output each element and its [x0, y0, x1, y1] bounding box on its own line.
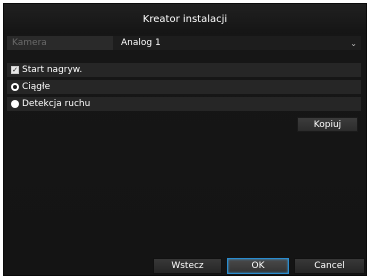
- start-recording-row[interactable]: ✓ Start nagryw.: [7, 63, 361, 77]
- ok-button[interactable]: OK: [227, 258, 289, 274]
- camera-select[interactable]: Analog 1 ⌄: [113, 36, 361, 50]
- motion-detection-radio[interactable]: [11, 100, 19, 108]
- back-button[interactable]: Wstecz: [153, 258, 222, 274]
- camera-label: Kamera: [7, 36, 113, 50]
- chevron-down-icon: ⌄: [350, 38, 357, 48]
- motion-detection-label: Detekcja ruchu: [22, 99, 91, 109]
- copy-button[interactable]: Kopiuj: [297, 117, 358, 132]
- start-recording-label: Start nagryw.: [22, 65, 83, 75]
- continuous-label: Ciągłe: [22, 82, 51, 92]
- start-recording-checkbox[interactable]: ✓: [11, 66, 19, 74]
- continuous-radio[interactable]: [11, 83, 19, 91]
- dialog-title: Kreator instalacji: [142, 13, 228, 25]
- camera-row: Kamera Analog 1 ⌄: [7, 36, 361, 50]
- camera-select-value: Analog 1: [121, 38, 161, 48]
- continuous-row[interactable]: Ciągłe: [7, 80, 361, 94]
- dialog-title-bar: Kreator instalacji: [4, 4, 366, 34]
- radio-selected-dot: [13, 85, 17, 89]
- cancel-button[interactable]: Cancel: [294, 258, 365, 274]
- motion-detection-row[interactable]: Detekcja ruchu: [7, 97, 361, 111]
